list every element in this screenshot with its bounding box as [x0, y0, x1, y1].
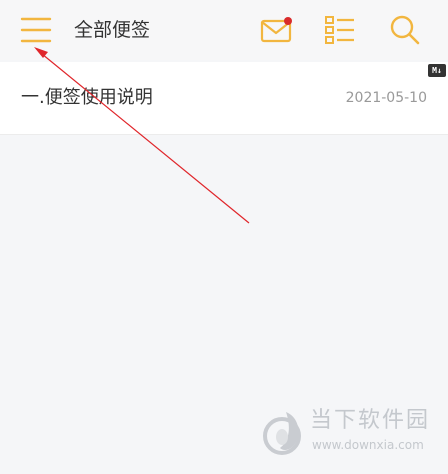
- list-item[interactable]: M↓ 一.便签使用说明 2021-05-10: [0, 62, 448, 135]
- note-date: 2021-05-10: [345, 90, 427, 106]
- watermark-url: www.downxia.com: [312, 438, 424, 452]
- list-icon[interactable]: [322, 14, 358, 46]
- watermark: 当下软件园 www.downxia.com: [262, 406, 442, 458]
- watermark-brand: 当下软件园: [310, 408, 431, 433]
- mail-icon[interactable]: [258, 14, 296, 46]
- watermark-logo-icon: [263, 412, 301, 455]
- menu-icon[interactable]: [18, 14, 54, 46]
- markdown-badge: M↓: [428, 64, 446, 77]
- page-title: 全部便签: [74, 19, 151, 41]
- search-icon[interactable]: [386, 12, 424, 48]
- app-header: 全部便签: [0, 0, 448, 60]
- notification-dot: [284, 17, 292, 25]
- note-title: 一.便签使用说明: [21, 87, 153, 108]
- note-list: M↓ 一.便签使用说明 2021-05-10: [0, 62, 448, 135]
